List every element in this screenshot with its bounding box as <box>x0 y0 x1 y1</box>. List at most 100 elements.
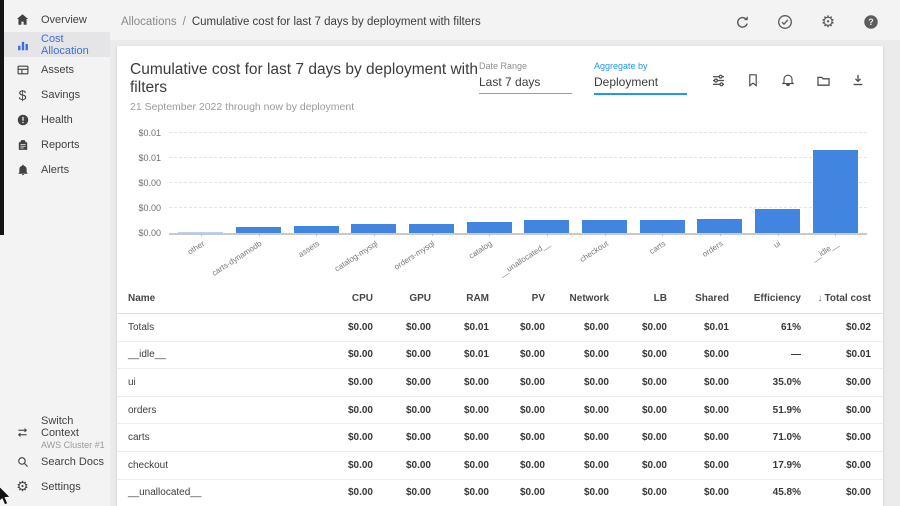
table-row-orders[interactable]: orders$0.00$0.00$0.00$0.00$0.00$0.00$0.0… <box>117 397 883 425</box>
row-value: $0.00 <box>315 322 373 333</box>
gear-icon[interactable]: ⚙ <box>819 13 837 31</box>
help-icon[interactable]: ? <box>862 13 880 31</box>
sidebar-item-overview[interactable]: Overview <box>0 7 110 32</box>
table-header-row: Name CPU GPURAMPV NetworkLB SharedEfficiency… <box>117 284 883 314</box>
download-icon[interactable] <box>849 71 867 89</box>
table-body: Totals$0.00$0.00$0.01$0.00$0.00$0.00$0.0… <box>117 314 883 506</box>
table-row-carts[interactable]: carts$0.00$0.00$0.00$0.00$0.00$0.00$0.00… <box>117 424 883 452</box>
bar-carts[interactable] <box>640 220 685 233</box>
row-value: $0.00 <box>609 322 667 333</box>
tune-filters-icon[interactable] <box>709 71 727 89</box>
row-value: $0.00 <box>545 405 609 416</box>
bookmark-icon[interactable] <box>744 71 762 89</box>
table-row-__unallocated__[interactable]: __unallocated__$0.00$0.00$0.00$0.00$0.00… <box>117 480 883 506</box>
refresh-icon[interactable] <box>733 13 751 31</box>
row-value: $0.00 <box>667 432 729 443</box>
bar-checkout[interactable] <box>582 220 627 233</box>
folder-icon[interactable] <box>814 71 832 89</box>
x-axis-label: checkout <box>578 239 610 264</box>
sidebar-item-savings[interactable]: $ Savings <box>0 82 110 107</box>
row-name: orders <box>128 405 315 416</box>
aggregate-by-label: Aggregate by <box>594 61 687 71</box>
sidebar-item-alerts[interactable]: Alerts <box>0 157 110 182</box>
y-axis-tick-label: $0.00 <box>121 203 161 213</box>
row-value: $0.00 <box>373 322 431 333</box>
column-header-lb[interactable]: LB <box>609 293 667 304</box>
column-header-pv[interactable]: PV <box>489 293 545 304</box>
row-value: $0.00 <box>373 377 431 388</box>
table-row-__idle__[interactable]: __idle__$0.00$0.00$0.01$0.00$0.00$0.00$0… <box>117 342 883 370</box>
column-header-total-cost[interactable]: ↓Total cost <box>801 293 871 304</box>
sidebar-item-reports[interactable]: Reports <box>0 132 110 157</box>
sidebar: Overview Cost Allocation Assets $ Saving… <box>0 0 110 506</box>
x-axis-tick <box>316 233 317 236</box>
row-value: $0.00 <box>431 487 489 498</box>
column-header-cpu[interactable]: CPU <box>315 293 373 304</box>
row-value: $0.00 <box>667 405 729 416</box>
column-header-label: Total cost <box>825 293 871 304</box>
x-axis-tick <box>547 233 548 236</box>
row-value: $0.00 <box>667 487 729 498</box>
bar-catalog[interactable] <box>467 222 512 233</box>
bar-orders-mysql[interactable] <box>409 224 454 233</box>
row-value: $0.01 <box>667 322 729 333</box>
sidebar-item-assets[interactable]: Assets <box>0 57 110 82</box>
column-header-ram[interactable]: RAM <box>431 293 489 304</box>
column-header-shared[interactable]: Shared <box>667 293 729 304</box>
column-header-label: Shared <box>695 293 729 304</box>
row-value: $0.00 <box>431 432 489 443</box>
sidebar-item-switch-context[interactable]: Switch Context AWS Cluster #1 <box>0 415 110 449</box>
x-axis-label: orders-mysql <box>393 239 437 272</box>
table-row-ui[interactable]: ui$0.00$0.00$0.00$0.00$0.00$0.00$0.0035.… <box>117 369 883 397</box>
row-value: $0.00 <box>431 405 489 416</box>
date-range-select[interactable]: Date Range Last 7 days <box>479 61 572 94</box>
bar-orders[interactable] <box>697 219 742 233</box>
sidebar-item-settings[interactable]: ⚙ Settings <box>0 474 110 499</box>
x-axis-label: __idle__ <box>810 239 840 263</box>
row-value: $0.00 <box>801 487 871 498</box>
home-icon <box>15 12 30 27</box>
breadcrumb: Allocations / Cumulative cost for last 7… <box>121 16 481 28</box>
row-value: $0.01 <box>431 349 489 360</box>
row-value: $0.00 <box>373 487 431 498</box>
sidebar-item-health[interactable]: Health <box>0 107 110 132</box>
row-value: 61% <box>729 322 801 333</box>
y-axis-tick-label: $0.01 <box>121 128 161 138</box>
bar-assets[interactable] <box>294 226 339 233</box>
x-axis-tick <box>432 233 433 236</box>
row-value: $0.00 <box>667 460 729 471</box>
bar-slot: orders <box>691 135 749 233</box>
column-header-efficiency[interactable]: Efficiency <box>729 293 801 304</box>
bar-catalog-mysql[interactable] <box>351 224 396 233</box>
bar-slot: checkout <box>576 135 634 233</box>
column-header-label: GPU <box>409 293 431 304</box>
bell-icon[interactable] <box>779 71 797 89</box>
bar-slot: carts-dynamodb <box>230 135 288 233</box>
row-value: $0.00 <box>667 349 729 360</box>
column-header-network[interactable]: Network <box>545 293 609 304</box>
sidebar-item-search-docs[interactable]: Search Docs <box>0 449 110 474</box>
sidebar-item-label: Reports <box>41 139 80 151</box>
bar-__unallocated__[interactable] <box>524 220 569 233</box>
table-row-totals[interactable]: Totals$0.00$0.00$0.01$0.00$0.00$0.00$0.0… <box>117 314 883 342</box>
column-header-name[interactable]: Name <box>128 293 315 304</box>
sidebar-item-label: Settings <box>41 481 81 493</box>
column-header-label: Name <box>128 293 155 304</box>
top-bar: Allocations / Cumulative cost for last 7… <box>0 0 900 44</box>
sidebar-item-cost-allocation[interactable]: Cost Allocation <box>0 32 110 57</box>
sidebar-item-label: Search Docs <box>41 456 104 468</box>
breadcrumb-allocations-link[interactable]: Allocations <box>121 16 177 28</box>
bar-slot: ui <box>749 135 807 233</box>
row-name: carts <box>128 432 315 443</box>
check-circle-icon[interactable] <box>776 13 794 31</box>
x-axis-tick <box>835 233 836 236</box>
x-axis-tick <box>778 233 779 236</box>
bar-__idle__[interactable] <box>813 150 858 233</box>
svg-text:?: ? <box>868 17 874 27</box>
aggregate-by-select[interactable]: Aggregate by Deployment <box>594 61 687 95</box>
bar-ui[interactable] <box>755 209 800 233</box>
row-value: $0.00 <box>801 460 871 471</box>
column-header-gpu[interactable]: GPU <box>373 293 431 304</box>
column-header-label: Network <box>570 293 609 304</box>
table-row-checkout[interactable]: checkout$0.00$0.00$0.00$0.00$0.00$0.00$0… <box>117 452 883 480</box>
